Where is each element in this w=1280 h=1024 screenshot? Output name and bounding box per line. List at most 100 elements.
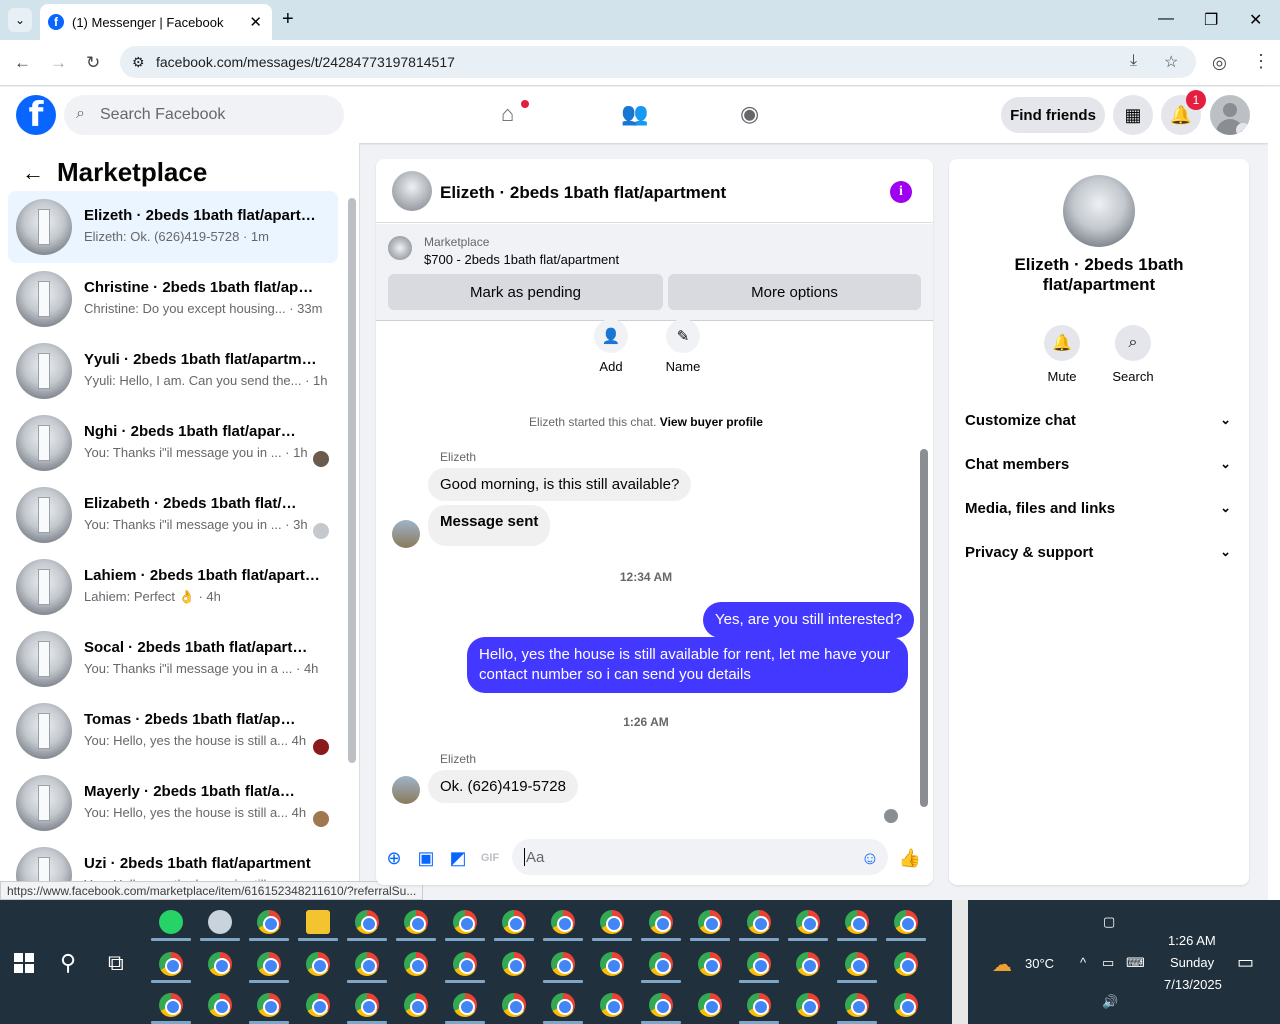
chrome-app-icon[interactable] bbox=[894, 993, 918, 1017]
conversation-item[interactable]: Tomas · 2beds 1bath flat/apartment You: … bbox=[8, 695, 338, 767]
chrome-app-icon[interactable] bbox=[796, 952, 820, 976]
chrome-app-icon[interactable] bbox=[159, 952, 183, 976]
chrome-app-icon[interactable] bbox=[355, 910, 379, 934]
conversation-list-scrollbar[interactable] bbox=[348, 198, 356, 763]
gif-icon[interactable]: GIF bbox=[479, 847, 501, 869]
chrome-app-icon[interactable] bbox=[698, 993, 722, 1017]
task-view-icon[interactable]: ⧉ bbox=[108, 950, 124, 976]
media-files-links-section[interactable]: Media, files and links ⌄ bbox=[965, 500, 1235, 517]
chrome-app-icon[interactable] bbox=[649, 952, 673, 976]
minimize-icon[interactable]: — bbox=[1158, 10, 1174, 28]
customize-chat-section[interactable]: Customize chat ⌄ bbox=[965, 412, 1235, 429]
conversation-item[interactable]: Socal · 2beds 1bath flat/apartment You: … bbox=[8, 623, 338, 695]
chrome-app-icon[interactable] bbox=[306, 993, 330, 1017]
chrome-app-icon[interactable] bbox=[502, 952, 526, 976]
chrome-app-icon[interactable] bbox=[747, 910, 771, 934]
find-friends-button[interactable]: Find friends bbox=[1001, 97, 1105, 133]
chrome-app-icon[interactable] bbox=[306, 952, 330, 976]
name-chat-button[interactable]: ✎ Name bbox=[653, 319, 713, 374]
site-info-icon[interactable]: ⚙ bbox=[132, 54, 145, 71]
url-bar[interactable]: ⚙ facebook.com/messages/t/24284773197814… bbox=[120, 46, 1196, 78]
chrome-app-icon[interactable] bbox=[257, 952, 281, 976]
conversation-item[interactable]: Elizabeth · 2beds 1bath flat/apartment Y… bbox=[8, 479, 338, 551]
search-in-chat-button[interactable]: ⌕ Search bbox=[1103, 325, 1163, 384]
browser-tab-messenger[interactable]: f (1) Messenger | Facebook ✕ bbox=[40, 4, 272, 40]
chrome-app-icon[interactable] bbox=[404, 952, 428, 976]
message-input[interactable]: Aa bbox=[512, 839, 888, 875]
new-tab-button[interactable]: + bbox=[282, 8, 294, 30]
chrome-app-icon[interactable] bbox=[355, 952, 379, 976]
bookmark-star-icon[interactable]: ☆ bbox=[1164, 52, 1178, 72]
close-tab-icon[interactable]: ✕ bbox=[249, 13, 262, 31]
whatsapp-icon[interactable] bbox=[159, 910, 183, 934]
chrome-app-icon[interactable] bbox=[698, 910, 722, 934]
chrome-app-icon[interactable] bbox=[845, 993, 869, 1017]
info-icon[interactable]: i bbox=[890, 181, 912, 203]
view-buyer-profile-link[interactable]: View buyer profile bbox=[660, 415, 763, 429]
chrome-app-icon[interactable] bbox=[747, 993, 771, 1017]
chat-scrollbar[interactable] bbox=[920, 449, 928, 807]
sticker-icon[interactable]: ◩ bbox=[447, 847, 469, 869]
chrome-app-icon[interactable] bbox=[845, 910, 869, 934]
menu-grid-icon[interactable]: ▦ bbox=[1113, 95, 1153, 135]
incoming-message[interactable]: Good morning, is this still available? bbox=[428, 468, 692, 501]
more-options-button[interactable]: More options bbox=[668, 274, 921, 310]
facebook-search-input[interactable]: ⌕ Search Facebook bbox=[64, 95, 344, 135]
chrome-app-icon[interactable] bbox=[796, 993, 820, 1017]
chrome-app-icon[interactable] bbox=[551, 993, 575, 1017]
chat-members-section[interactable]: Chat members ⌄ bbox=[965, 456, 1235, 473]
chrome-app-icon[interactable] bbox=[894, 910, 918, 934]
back-arrow-icon[interactable]: ← bbox=[22, 160, 44, 186]
chrome-app-icon[interactable] bbox=[551, 910, 575, 934]
windows-start-icon[interactable] bbox=[14, 953, 34, 973]
add-people-button[interactable]: 👤 Add bbox=[581, 319, 641, 374]
facebook-logo-icon[interactable]: f bbox=[16, 95, 56, 135]
tab-search-button[interactable]: ⌄ bbox=[8, 8, 32, 32]
chrome-app-icon[interactable] bbox=[159, 993, 183, 1017]
friends-icon[interactable]: 👥 bbox=[621, 101, 648, 127]
weather-icon[interactable]: ☁ bbox=[992, 952, 1012, 977]
file-explorer-icon[interactable] bbox=[306, 910, 330, 934]
outgoing-message[interactable]: Hello, yes the house is still available … bbox=[467, 637, 908, 693]
chrome-app-icon[interactable] bbox=[257, 910, 281, 934]
conversation-item[interactable]: Lahiem · 2beds 1bath flat/apartment Lahi… bbox=[8, 551, 338, 623]
mute-button[interactable]: 🔔 Mute bbox=[1032, 325, 1092, 384]
chrome-app-icon[interactable] bbox=[502, 910, 526, 934]
chrome-app-icon[interactable] bbox=[600, 993, 624, 1017]
network-icon[interactable]: ▭ bbox=[1102, 955, 1114, 971]
chrome-app-icon[interactable] bbox=[796, 910, 820, 934]
chat-title[interactable]: Elizeth · 2beds 1bath flat/apartment bbox=[440, 183, 726, 203]
search-icon[interactable]: ⚲ bbox=[60, 950, 76, 976]
listing-avatar[interactable] bbox=[1063, 175, 1135, 247]
taskbar-scrollbar[interactable] bbox=[952, 900, 968, 1024]
mark-as-pending-button[interactable]: Mark as pending bbox=[388, 274, 663, 310]
chrome-app-icon[interactable] bbox=[551, 952, 575, 976]
chrome-app-icon[interactable] bbox=[453, 910, 477, 934]
chrome-app-icon[interactable] bbox=[698, 952, 722, 976]
restore-icon[interactable]: ❐ bbox=[1204, 10, 1218, 30]
clock-day[interactable]: Sunday bbox=[1170, 955, 1214, 970]
close-window-icon[interactable]: ✕ bbox=[1249, 10, 1262, 30]
plus-circle-icon[interactable]: ⊕ bbox=[383, 847, 405, 869]
paint-icon[interactable] bbox=[208, 910, 232, 934]
chrome-app-icon[interactable] bbox=[208, 993, 232, 1017]
chat-avatar[interactable] bbox=[392, 171, 432, 211]
temperature[interactable]: 30°C bbox=[1025, 956, 1054, 971]
page-scrollbar[interactable] bbox=[1268, 87, 1280, 900]
chrome-app-icon[interactable] bbox=[453, 952, 477, 976]
chrome-app-icon[interactable] bbox=[649, 910, 673, 934]
chrome-app-icon[interactable] bbox=[649, 993, 673, 1017]
chrome-app-icon[interactable] bbox=[894, 952, 918, 976]
chrome-app-icon[interactable] bbox=[845, 952, 869, 976]
home-icon[interactable]: ⌂ bbox=[501, 101, 514, 127]
install-app-icon[interactable]: ⤓ bbox=[1130, 52, 1137, 70]
emoji-icon[interactable]: ☺ bbox=[859, 847, 881, 869]
menu-kebab-icon[interactable]: ⋮ bbox=[1252, 51, 1270, 72]
photo-icon[interactable]: ▣ bbox=[415, 847, 437, 869]
incoming-message[interactable]: Message sent bbox=[428, 505, 551, 546]
conversation-item[interactable]: Mayerly · 2beds 1bath flat/apartment You… bbox=[8, 767, 338, 839]
meet-icon[interactable]: ▢ bbox=[1103, 914, 1115, 930]
chrome-app-icon[interactable] bbox=[257, 993, 281, 1017]
back-icon[interactable]: ← bbox=[14, 53, 31, 73]
listing-title[interactable]: $700 - 2beds 1bath flat/apartment bbox=[424, 252, 619, 267]
